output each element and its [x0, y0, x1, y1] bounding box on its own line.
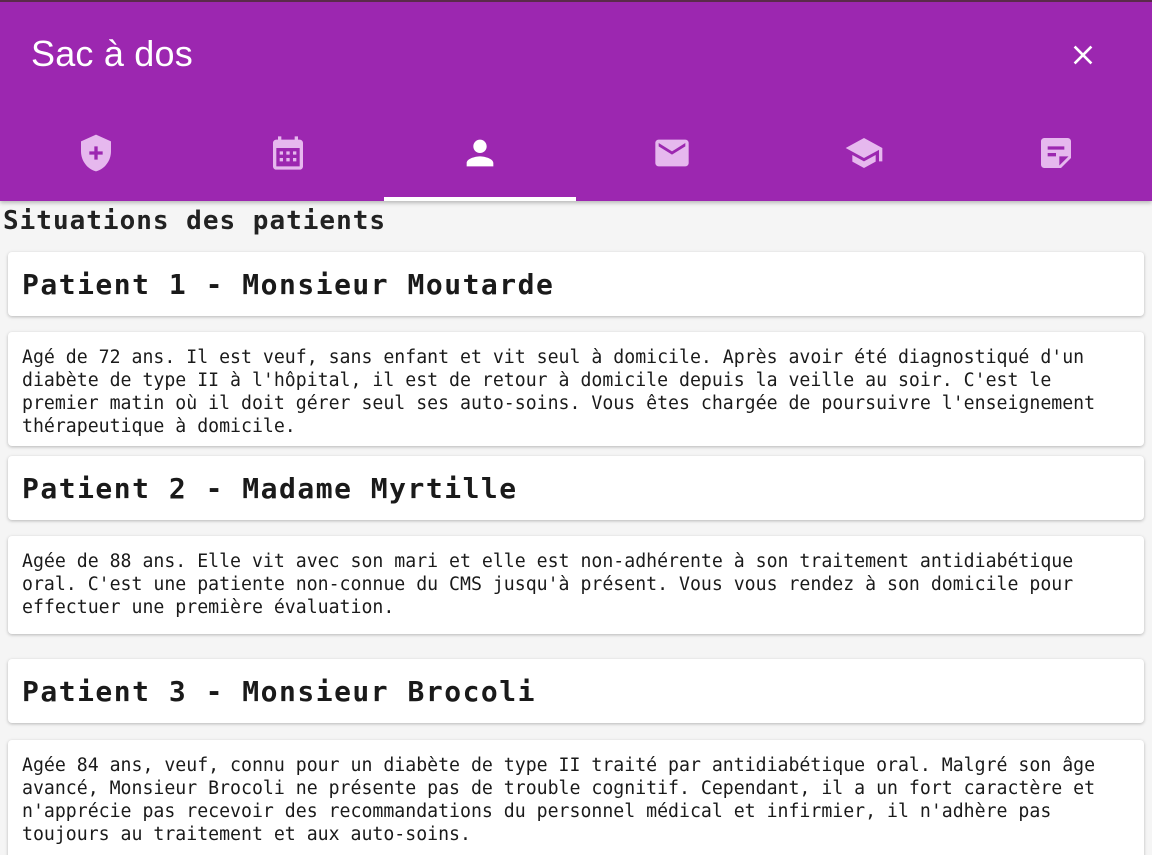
patient-3-header-card[interactable]: Patient 3 - Monsieur Brocoli: [8, 659, 1144, 723]
patient-1-header-card[interactable]: Patient 1 - Monsieur Moutarde: [8, 252, 1144, 316]
tab-school[interactable]: [768, 105, 960, 201]
tab-health[interactable]: [0, 105, 192, 201]
person-icon: [466, 139, 494, 167]
patient-1-description: Agé de 72 ans. Il est veuf, sans enfant …: [22, 347, 1096, 437]
patient-1-title: Patient 1 - Monsieur Moutarde: [22, 268, 555, 301]
app-bar: Sac à dos: [0, 0, 1152, 201]
patient-2-header-card[interactable]: Patient 2 - Madame Myrtille: [8, 456, 1144, 520]
section-heading: Situations des patients: [3, 206, 387, 236]
note-icon: [1041, 138, 1071, 168]
tab-patients[interactable]: [384, 105, 576, 201]
shield-plus-icon: [81, 134, 111, 172]
tab-calendar[interactable]: [192, 105, 384, 201]
tab-notes[interactable]: [960, 105, 1152, 201]
patient-3-description-card: Agée 84 ans, veuf, connu pour un diabète…: [8, 740, 1144, 855]
patient-2-title: Patient 2 - Madame Myrtille: [22, 472, 518, 505]
tab-mail[interactable]: [576, 105, 768, 201]
mail-icon: [655, 139, 689, 167]
close-button[interactable]: [1058, 30, 1108, 80]
content-area[interactable]: Situations des patients Patient 1 - Mons…: [0, 201, 1152, 855]
tab-bar: [0, 105, 1152, 201]
top-border: [0, 0, 1152, 2]
patient-3-description: Agée 84 ans, veuf, connu pour un diabète…: [22, 755, 1096, 845]
school-icon: [845, 138, 883, 168]
app-title: Sac à dos: [31, 33, 193, 74]
close-icon: [1073, 45, 1093, 65]
patient-2-description: Agée de 88 ans. Elle vit avec son mari e…: [22, 551, 1074, 618]
patient-2-description-card: Agée de 88 ans. Elle vit avec son mari e…: [8, 536, 1144, 634]
patient-3-title: Patient 3 - Monsieur Brocoli: [22, 675, 537, 708]
patient-1-description-card: Agé de 72 ans. Il est veuf, sans enfant …: [8, 332, 1144, 446]
calendar-icon: [273, 136, 303, 170]
